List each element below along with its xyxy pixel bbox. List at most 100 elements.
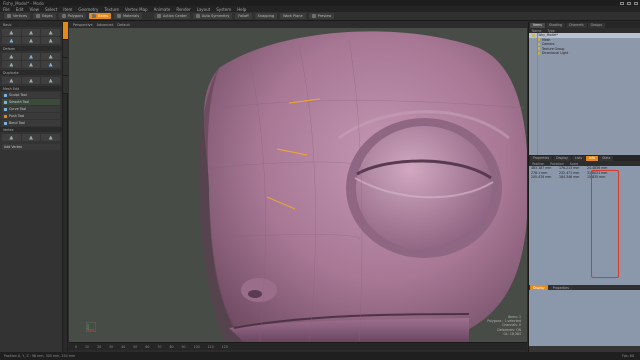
- sculpt-tool-row[interactable]: Sculpt Tool: [2, 92, 60, 98]
- menu-help[interactable]: Help: [237, 7, 246, 12]
- tab-stats[interactable]: Stats: [599, 155, 614, 161]
- items-button[interactable]: Items: [89, 13, 111, 19]
- menu-view[interactable]: View: [29, 7, 39, 12]
- symmetry-button[interactable]: Auto Symmetry: [192, 13, 233, 19]
- timeline-tick: 60: [145, 344, 150, 349]
- menu-select[interactable]: Select: [45, 7, 57, 12]
- push-icon: [4, 114, 7, 118]
- viewport-tab-shading[interactable]: Advanced: [97, 23, 114, 27]
- menu-geometry[interactable]: Geometry: [78, 7, 98, 12]
- item-list[interactable]: Fishy_Model* Mesh Camera Texture Group D…: [529, 33, 640, 155]
- vertices-button[interactable]: Vertices: [4, 13, 30, 19]
- tab-display[interactable]: Display: [553, 155, 571, 161]
- timeline-tick: 80: [169, 344, 174, 349]
- tool-bend[interactable]: [2, 53, 21, 60]
- tool-vortex[interactable]: [41, 61, 60, 68]
- bend-row-icon: [4, 121, 7, 125]
- visibility-icon[interactable]: [532, 33, 535, 37]
- minimize-icon[interactable]: [620, 1, 624, 5]
- sculpted-head-model[interactable]: [69, 28, 527, 342]
- tool-move[interactable]: [2, 29, 21, 36]
- menu-render[interactable]: Render: [176, 7, 190, 12]
- deform-tools: [0, 51, 62, 70]
- bend-tool-row[interactable]: Bend Tool: [2, 120, 60, 126]
- tab-items[interactable]: Items: [530, 22, 545, 28]
- shear-icon: [48, 38, 53, 43]
- tab-channels[interactable]: Channels: [565, 22, 587, 28]
- timeline-tick: 120: [221, 344, 228, 349]
- status-fps: Fps: 60: [621, 354, 634, 358]
- tab-shading[interactable]: Shading: [545, 22, 565, 28]
- vortex-icon: [48, 62, 53, 67]
- tool-pen[interactable]: [2, 134, 21, 141]
- smooth-tool-row[interactable]: Smooth Tool: [2, 99, 60, 105]
- app-title: Fishy_Model* - Modo: [3, 0, 44, 6]
- tab-lists[interactable]: Lists: [571, 155, 586, 161]
- duplicate-tools: [0, 75, 62, 86]
- polygons-icon: [61, 14, 66, 18]
- tool-jitter[interactable]: [2, 61, 21, 68]
- materials-button[interactable]: Materials: [113, 13, 143, 19]
- work-plane-button[interactable]: Work Plane: [280, 13, 306, 19]
- tool-scale[interactable]: [41, 29, 60, 36]
- side-tab-sculpt[interactable]: [63, 40, 68, 58]
- weld-icon: [48, 135, 53, 140]
- falloff-button[interactable]: Falloff: [235, 13, 252, 19]
- viewport-tab-perspective[interactable]: Perspective: [73, 23, 93, 27]
- properties-panel: Properties Display Lists Info Stats Posi…: [529, 155, 640, 285]
- tool-rotate[interactable]: [21, 29, 41, 36]
- timeline-tick: 0: [75, 344, 78, 349]
- tool-transform[interactable]: [2, 37, 21, 44]
- table-row: 205.476 mm 184.346 mm 15.835 mm: [531, 175, 606, 179]
- menu-layout[interactable]: Layout: [197, 7, 211, 12]
- tool-magnet[interactable]: [21, 61, 41, 68]
- edges-icon: [35, 14, 40, 18]
- action-center-button[interactable]: Action Center: [154, 13, 190, 19]
- menu-item[interactable]: Item: [63, 7, 72, 12]
- list-item[interactable]: Directional Light: [529, 51, 640, 56]
- side-tab-model[interactable]: [63, 22, 68, 40]
- viewport-header: Perspective Advanced Default: [69, 22, 527, 28]
- tab-info[interactable]: Info: [586, 155, 599, 161]
- polygons-button[interactable]: Polygons: [58, 13, 87, 19]
- section-mesh[interactable]: Mesh Edit: [0, 86, 62, 91]
- menu-animate[interactable]: Animate: [154, 7, 171, 12]
- push-tool-row[interactable]: Push Tool: [2, 113, 60, 119]
- menu-system[interactable]: System: [216, 7, 231, 12]
- side-tab-paint[interactable]: [63, 58, 68, 76]
- tool-stretch[interactable]: [21, 37, 41, 44]
- tool-mirror[interactable]: [2, 77, 21, 84]
- vertex-tools: [0, 132, 62, 143]
- timeline-tick: 70: [157, 344, 162, 349]
- viewport-tab-default[interactable]: Default: [117, 23, 129, 27]
- main-toolbar: Vertices Edges Polygons Items Materials …: [0, 12, 640, 21]
- toolbox-panel: Basic Deform Duplicate Mesh Edit Sculpt …: [0, 22, 63, 352]
- tool-radial[interactable]: [41, 77, 60, 84]
- side-tab-uv[interactable]: [63, 76, 68, 94]
- tool-array[interactable]: [21, 77, 41, 84]
- snapping-button[interactable]: Snapping: [254, 13, 278, 19]
- menu-edit[interactable]: Edit: [16, 7, 24, 12]
- tool-twist[interactable]: [21, 53, 41, 60]
- edges-button[interactable]: Edges: [32, 13, 56, 19]
- items-icon: [92, 14, 97, 18]
- maximize-icon[interactable]: [627, 1, 631, 5]
- tool-search[interactable]: [21, 134, 41, 141]
- smooth-icon: [4, 100, 7, 104]
- timeline[interactable]: 0 10 20 30 40 50 60 70 80 90 100 110 120: [69, 342, 527, 350]
- menu-texture[interactable]: Texture: [104, 7, 119, 12]
- tool-shear[interactable]: [41, 37, 60, 44]
- menu-vertex-map[interactable]: Vertex Map: [125, 7, 148, 12]
- tool-taper[interactable]: [41, 53, 60, 60]
- preview-button[interactable]: Preview: [308, 13, 335, 19]
- tool-weld[interactable]: [41, 134, 60, 141]
- close-icon[interactable]: [634, 1, 638, 5]
- toolbox-side-tabs: [63, 22, 68, 352]
- 3d-viewport[interactable]: Perspective Advanced Default Items: 1 Po…: [69, 22, 527, 342]
- curve-tool-row[interactable]: Curve Tool: [2, 106, 60, 112]
- tab-properties[interactable]: Properties: [530, 155, 553, 161]
- viewport-info: Items: 1 Polygons : 1 selected Channels:…: [487, 314, 521, 336]
- menu-file[interactable]: File: [3, 7, 10, 12]
- tab-groups[interactable]: Groups: [587, 22, 605, 28]
- add-vertex-row[interactable]: Add Vertex: [2, 144, 60, 150]
